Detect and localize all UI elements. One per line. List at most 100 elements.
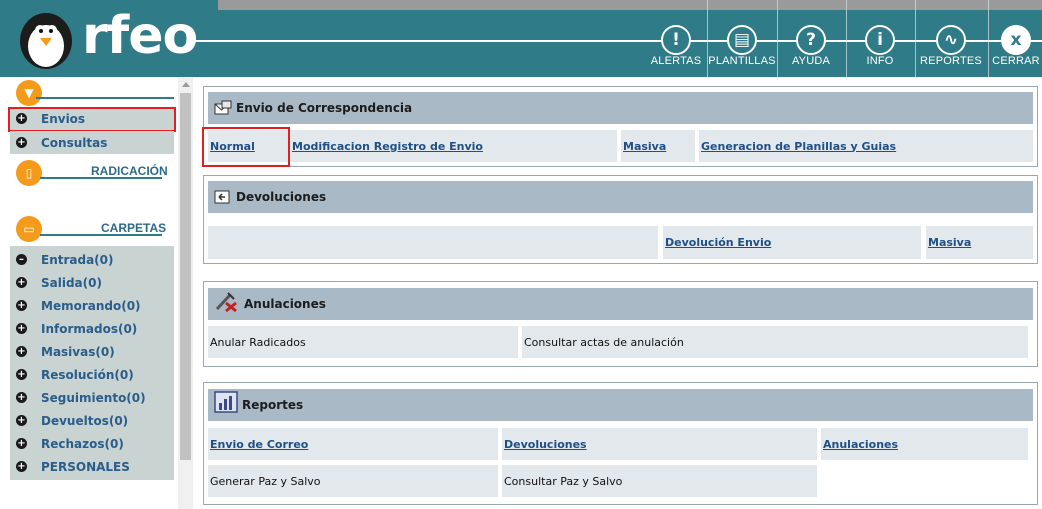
devoluciones-panel-header: Devoluciones: [208, 181, 1033, 213]
expand-icon: +: [16, 137, 27, 148]
section-divider: [36, 97, 174, 99]
expand-icon: +: [16, 277, 27, 288]
anulaciones-item-cell: Consultar actas de anulación: [522, 326, 1028, 358]
sidebar-scrollbar[interactable]: [178, 77, 193, 509]
carpetas-title: CARPETAS: [101, 221, 167, 235]
help-icon: ?: [796, 25, 826, 55]
reportes-link-cell: Envio de Correo: [208, 428, 498, 460]
expand-icon: +: [16, 438, 27, 449]
info-button[interactable]: i INFO: [847, 0, 913, 77]
sidebar-folder-label: Devueltos(0): [41, 413, 129, 428]
link-generacion-planillas[interactable]: Generacion de Planillas y Guias: [701, 140, 896, 153]
expand-icon: +: [16, 346, 27, 357]
reportes-panel-title: Reportes: [242, 398, 304, 412]
sidebar-folder-label: Seguimiento(0): [41, 390, 146, 405]
link-devolucion-masiva[interactable]: Masiva: [928, 236, 971, 249]
reportes-link-cell: Devoluciones: [502, 428, 817, 460]
templates-icon: ▤: [727, 25, 757, 55]
selection-highlight: [202, 127, 290, 167]
expand-icon: +: [16, 461, 27, 472]
link-reporte-anulaciones[interactable]: Anulaciones: [823, 438, 898, 451]
consultar-paz-y-salvo-item[interactable]: Consultar Paz y Salvo: [504, 475, 622, 488]
link-modificacion-registro[interactable]: Modificacion Registro de Envio: [292, 140, 483, 153]
sidebar-item-label: Consultas: [41, 135, 108, 150]
anulaciones-panel-title: Anulaciones: [244, 297, 326, 311]
alert-icon: !: [661, 25, 691, 55]
templates-button[interactable]: ▤ PLANTILLAS: [708, 0, 776, 77]
sidebar-folder-item[interactable]: + Memorando(0): [10, 294, 174, 317]
link-masiva[interactable]: Masiva: [623, 140, 666, 153]
envio-panel-header: Envio de Correspondencia: [208, 92, 1033, 124]
envio-panel-title: Envio de Correspondencia: [236, 101, 413, 115]
scroll-up-icon[interactable]: [182, 82, 190, 87]
anulaciones-panel-header: Anulaciones: [208, 288, 1033, 320]
radicacion-title[interactable]: RADICACIÓN: [91, 164, 168, 178]
envio-link-cell: Modificacion Registro de Envio: [290, 130, 617, 162]
cancel-stamp-icon: [215, 292, 237, 313]
link-reporte-devoluciones[interactable]: Devoluciones: [504, 438, 587, 451]
sidebar-folder-item[interactable]: + Rechazos(0): [10, 432, 174, 455]
folders-icon[interactable]: ▭: [16, 216, 42, 242]
empty-cell: [208, 226, 658, 259]
devoluciones-link-cell: Masiva: [926, 226, 1033, 259]
sidebar-folder-item[interactable]: + Informados(0): [10, 317, 174, 340]
sidebar-folder-item[interactable]: + PERSONALES: [10, 455, 174, 478]
radicacion-icon[interactable]: ▯: [16, 160, 42, 186]
collapse-icon: –: [16, 254, 27, 265]
envelope-icon: [214, 100, 232, 115]
sidebar-folder-label: Memorando(0): [41, 298, 141, 313]
reportes-item-cell: Consultar Paz y Salvo: [502, 465, 817, 497]
close-label: CERRAR: [992, 55, 1040, 67]
sidebar-folder-label: Salida(0): [41, 275, 102, 290]
expand-icon: +: [16, 323, 27, 334]
expand-icon: +: [16, 369, 27, 380]
alerts-button[interactable]: ! ALERTAS: [648, 0, 704, 77]
reportes-link-cell: Anulaciones: [821, 428, 1028, 460]
menu-toggle-icon[interactable]: ▼: [16, 80, 42, 106]
devoluciones-panel-title: Devoluciones: [236, 190, 327, 204]
sidebar-folder-item[interactable]: + Salida(0): [10, 271, 174, 294]
templates-label: PLANTILLAS: [708, 55, 776, 67]
selection-highlight: [8, 107, 176, 132]
close-icon: x: [1001, 25, 1031, 55]
sidebar-folder-label: Masivas(0): [41, 344, 115, 359]
app-header: rfeo ! ALERTAS ▤ PLANTILLAS ? AYUDA i IN…: [0, 0, 1042, 77]
expand-icon: +: [16, 415, 27, 426]
header-separator: [988, 0, 989, 77]
devoluciones-link-cell: Devolución Envio: [663, 226, 921, 259]
expand-icon: +: [16, 300, 27, 311]
anulaciones-item-cell: Anular Radicados: [208, 326, 518, 358]
link-devolucion-envio[interactable]: Devolución Envio: [665, 236, 771, 249]
sidebar-folder-label: Resolución(0): [41, 367, 134, 382]
sidebar-folder-item[interactable]: + Seguimiento(0): [10, 386, 174, 409]
info-label: INFO: [866, 55, 894, 67]
alerts-label: ALERTAS: [650, 55, 702, 67]
sidebar-folder-item[interactable]: + Resolución(0): [10, 363, 174, 386]
envio-link-cell: Masiva: [621, 130, 695, 162]
sidebar-folder-item[interactable]: + Masivas(0): [10, 340, 174, 363]
sidebar-folder-label: Informados(0): [41, 321, 138, 336]
reportes-item-cell: Generar Paz y Salvo: [208, 465, 498, 497]
sidebar-folder-label: PERSONALES: [41, 459, 130, 474]
help-label: AYUDA: [791, 55, 831, 67]
link-envio-de-correo[interactable]: Envio de Correo: [210, 438, 308, 451]
close-session-button[interactable]: x CERRAR: [990, 0, 1042, 77]
reports-label: REPORTES: [920, 55, 982, 67]
reports-icon: ∿: [936, 25, 966, 55]
envio-link-cell: Generacion de Planillas y Guias: [699, 130, 1033, 162]
sidebar-folder-item[interactable]: – Entrada(0): [10, 248, 174, 271]
reports-button[interactable]: ∿ REPORTES: [916, 0, 986, 77]
sidebar-folder-item[interactable]: + Devueltos(0): [10, 409, 174, 432]
help-button[interactable]: ? AYUDA: [778, 0, 844, 77]
generar-paz-y-salvo-item[interactable]: Generar Paz y Salvo: [210, 475, 321, 488]
sidebar-item-consultas[interactable]: + Consultas: [10, 131, 174, 154]
penguin-logo-icon: [20, 13, 72, 69]
app-logo-text: rfeo: [82, 6, 198, 66]
scrollbar-thumb[interactable]: [180, 93, 191, 460]
report-chart-icon: [214, 391, 238, 413]
sidebar: ▼ + Envios + Consultas ▯ RADICACIÓN ▭ CA…: [0, 77, 193, 509]
reportes-panel-header: Reportes: [208, 389, 1033, 421]
consultar-actas-item[interactable]: Consultar actas de anulación: [524, 336, 684, 349]
sidebar-folder-label: Entrada(0): [41, 252, 114, 267]
anular-radicados-item[interactable]: Anular Radicados: [210, 336, 306, 349]
